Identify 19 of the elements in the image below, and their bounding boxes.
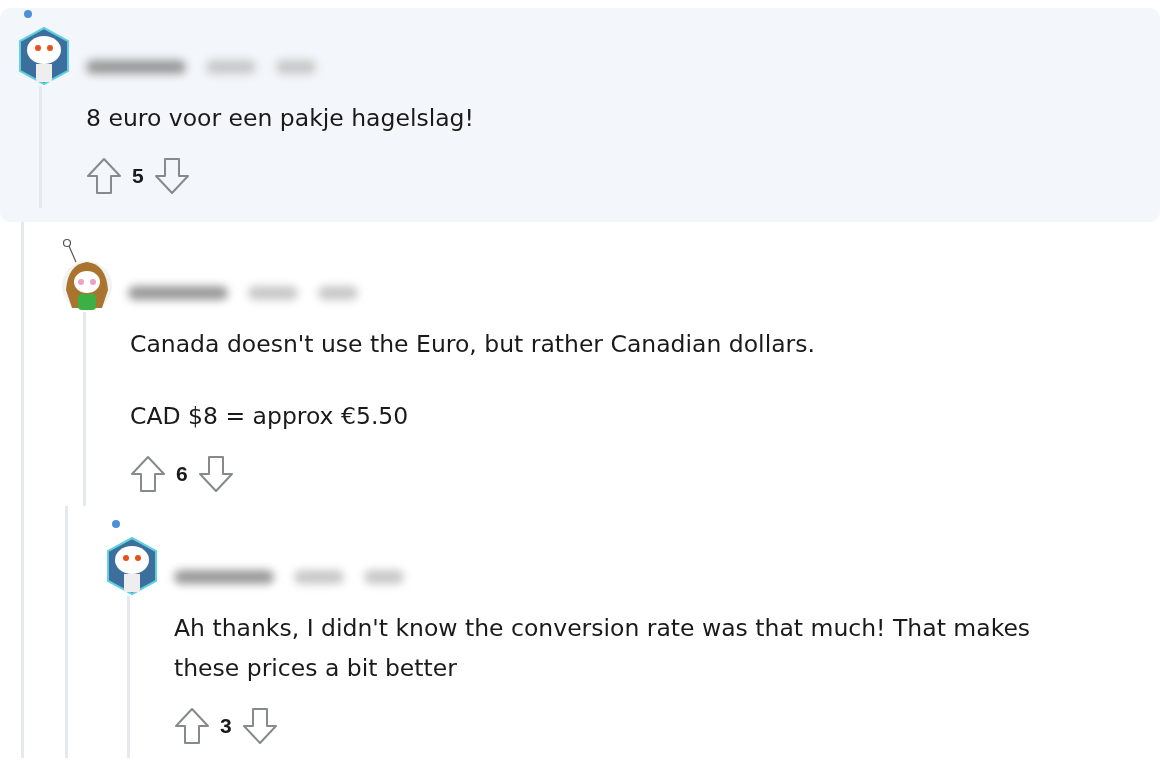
upvote-button[interactable] [86,157,122,195]
downvote-button[interactable] [197,455,234,493]
upvote-arrow-icon [174,707,210,745]
downvote-arrow-icon [197,455,234,493]
vote-count: 6 [176,462,188,486]
vote-count: 3 [220,714,232,738]
downvote-button[interactable] [153,157,190,195]
downvote-arrow-icon [153,157,190,195]
comment-text: CAD $8 = approx €5.50 [130,401,410,432]
downvote-button[interactable] [241,707,278,745]
upvote-button[interactable] [174,707,210,745]
comment-text: 8 euro voor een pakje hagelslag! [86,103,475,134]
upvote-button[interactable] [130,455,166,493]
vote-count: 5 [132,164,144,188]
upvote-arrow-icon [130,455,166,493]
upvote-arrow-icon [86,157,122,195]
downvote-arrow-icon [241,707,278,745]
comment-text: Ah thanks, I didn't know the conversion rate was that much! That makes these prices a bit better [174,613,1032,684]
comment-text: Canada doesn't use the Euro, but rather Canadian dollars. [130,329,816,360]
